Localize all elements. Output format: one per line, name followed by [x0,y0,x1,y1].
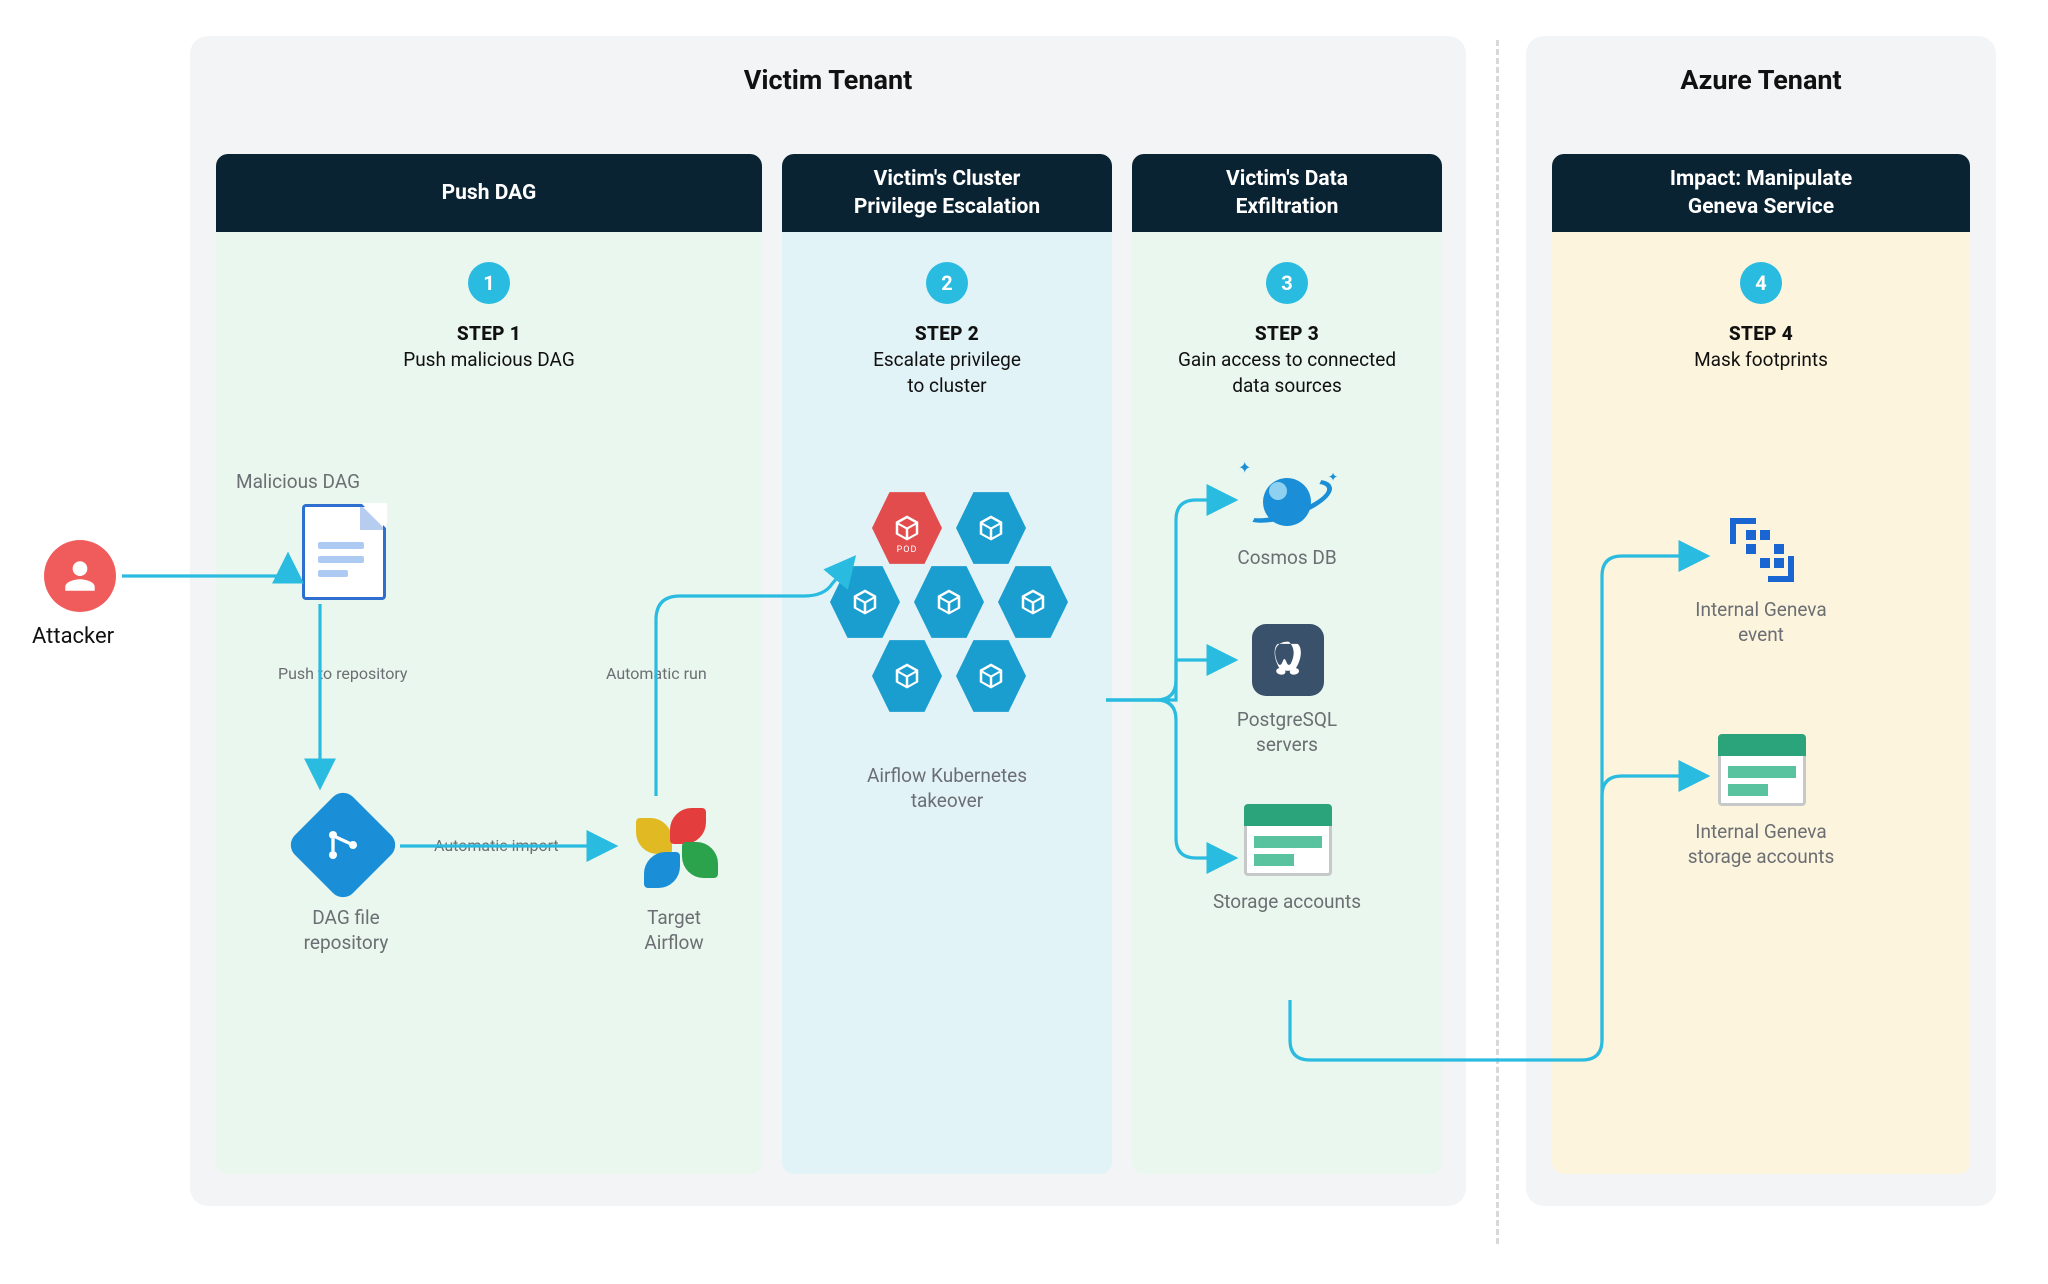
col-impact-header: Impact: Manipulate Geneva Service [1552,154,1970,232]
airflow-icon [634,804,712,882]
col-escalate-header: Victim's Cluster Privilege Escalation [782,154,1112,232]
geneva-storage-label: Internal Geneva storage accounts [1552,820,1970,869]
col-escalate: Victim's Cluster Privilege Escalation 2 … [782,154,1112,1174]
col-exfil-header: Victim's Data Exfiltration [1132,154,1442,232]
malicious-dag-label: Malicious DAG [236,470,376,495]
postgres-icon [1252,624,1324,696]
geneva-event-label: Internal Geneva event [1552,598,1970,647]
step3-label: STEP 3 [1152,322,1422,345]
auto-run-label: Automatic run [606,664,707,683]
step1-desc: Push malicious DAG [236,347,742,373]
push-repo-label: Push to repository [278,664,407,683]
victim-tenant-panel: Victim Tenant Push DAG 1 STEP 1 Push mal… [190,36,1466,1206]
document-icon [302,504,386,600]
pod-label: POD [897,545,918,555]
cluster-label: Airflow Kubernetes takeover [782,764,1112,813]
col-push-header: Push DAG [216,154,762,232]
cosmos-icon: ✦✦ [1242,464,1332,534]
col-exfil: Victim's Data Exfiltration 3 STEP 3 Gain… [1132,154,1442,1174]
step1-label: STEP 1 [236,322,742,345]
step-badge-2: 2 [926,262,968,304]
step2-desc: Escalate privilege to cluster [802,347,1092,398]
step4-label: STEP 4 [1572,322,1950,345]
col-push-dag: Push DAG 1 STEP 1 Push malicious DAG Mal… [216,154,762,1174]
geneva-event-icon [1726,514,1798,586]
tenant-divider [1496,40,1499,1244]
step4-desc: Mask footprints [1572,347,1950,373]
storage-label: Storage accounts [1132,890,1442,915]
step-badge-3: 3 [1266,262,1308,304]
attacker-icon [44,540,116,612]
storage-icon [1244,804,1332,876]
airflow-label: Target Airflow [624,906,724,955]
cosmos-label: Cosmos DB [1132,546,1442,571]
step-badge-4: 4 [1740,262,1782,304]
diagram-canvas: Attacker Victim Tenant Push DAG 1 STEP 1… [0,0,2048,1284]
col-impact: Impact: Manipulate Geneva Service 4 STEP… [1552,154,1970,1174]
victim-tenant-title: Victim Tenant [190,36,1466,96]
git-icon [302,804,384,886]
step3-desc: Gain access to connected data sources [1152,347,1422,398]
k8s-cluster: POD [816,489,1076,719]
attacker-label: Attacker [32,624,114,649]
repo-label: DAG file repository [286,906,406,955]
azure-tenant-panel: Azure Tenant Impact: Manipulate Geneva S… [1526,36,1996,1206]
postgres-label: PostgreSQL servers [1132,708,1442,757]
auto-import-label: Automatic import [434,836,559,855]
geneva-storage-icon [1718,734,1806,806]
step-badge-1: 1 [468,262,510,304]
azure-tenant-title: Azure Tenant [1526,36,1996,96]
step2-label: STEP 2 [802,322,1092,345]
